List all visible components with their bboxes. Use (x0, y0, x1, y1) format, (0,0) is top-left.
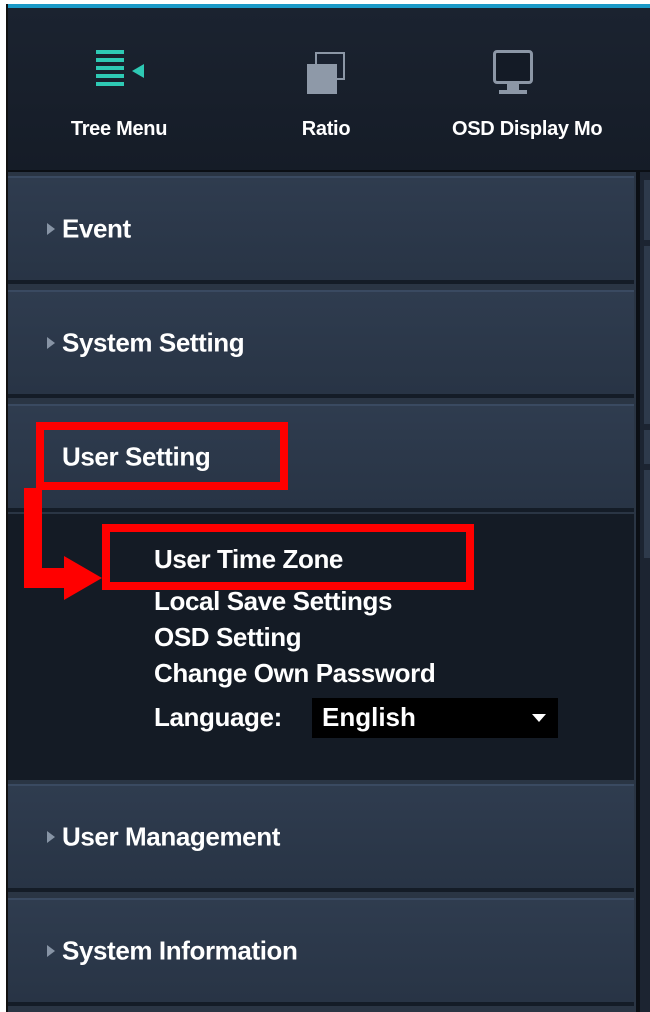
sidebar-tree-menu: Event System Setting User Setting User T… (8, 172, 636, 1012)
language-select[interactable]: English (312, 698, 558, 738)
osd-display-mode-button[interactable]: OSD Display Mo (452, 46, 650, 141)
ratio-button[interactable]: Ratio (286, 46, 366, 141)
osd-display-mode-label: OSD Display Mo (452, 118, 603, 140)
expand-arrow-icon (47, 223, 55, 235)
submenu-item-change-own-password[interactable]: Change Own Password (154, 658, 436, 689)
sidebar-item-label: Event (62, 213, 131, 244)
sidebar-item-label: System Setting (62, 327, 245, 358)
sidebar-item-event[interactable]: Event (8, 176, 634, 284)
annotation-arrow-icon (64, 556, 102, 600)
annotation-arrow-shaft-horizontal (24, 568, 66, 588)
submenu-item-local-save-settings[interactable]: Local Save Settings (154, 586, 392, 617)
monitor-icon (452, 46, 572, 96)
sidebar-item-label: System Information (62, 935, 298, 966)
ratio-icon (286, 46, 366, 96)
sidebar-item-system-information[interactable]: System Information (8, 898, 634, 1006)
sidebar-item-system-setting[interactable]: System Setting (8, 290, 634, 398)
right-panel-edge (636, 172, 650, 1012)
chevron-down-icon (532, 714, 546, 722)
highlight-box-user-time-zone (102, 524, 474, 590)
expand-arrow-icon (47, 831, 55, 843)
sidebar-item-user-management[interactable]: User Management (8, 784, 634, 892)
ratio-label: Ratio (301, 118, 351, 140)
toolbar: Tree Menu Ratio OSD Display Mo (8, 8, 650, 172)
expand-arrow-icon (47, 945, 55, 957)
expand-arrow-icon (47, 337, 55, 349)
sidebar-item-label: User Management (62, 821, 280, 852)
tree-menu-label: Tree Menu (70, 118, 168, 140)
tree-menu-icon (52, 46, 186, 96)
language-selected-value: English (322, 702, 416, 732)
language-label: Language: (154, 702, 282, 732)
submenu-item-osd-setting[interactable]: OSD Setting (154, 622, 302, 653)
tree-menu-button[interactable]: Tree Menu (52, 46, 186, 141)
app-window: Tree Menu Ratio OSD Display Mo Event Sys… (6, 4, 650, 1012)
highlight-box-user-setting (36, 422, 288, 490)
